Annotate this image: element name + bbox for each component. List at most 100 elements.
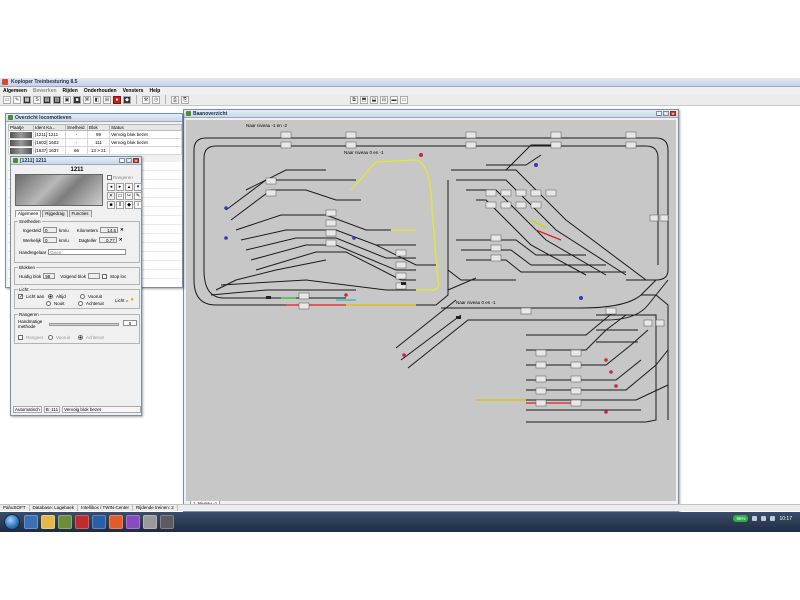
taskbar-explorer-icon[interactable] <box>41 515 55 529</box>
rail-overview-window: Baanoverzicht _ □ × Naar niveau -1 en -2… <box>183 109 679 512</box>
blocks-group: Blokken Huidig blok 99 Volgend blok Stop… <box>14 265 140 285</box>
taskbar-pdf-icon[interactable] <box>109 515 123 529</box>
loco-overview-titlebar[interactable]: Overzicht locomotieven <box>6 114 182 122</box>
menu-help[interactable]: Help <box>149 88 160 94</box>
cut-icon[interactable]: ✂ <box>125 192 133 201</box>
cross-icon[interactable]: ✕ <box>107 192 115 201</box>
taskbar-media-icon[interactable] <box>58 515 72 529</box>
minimize-icon[interactable]: _ <box>119 158 125 163</box>
altijd-radio[interactable] <box>48 294 53 299</box>
licht-aan-checkbox[interactable] <box>18 294 23 299</box>
menu-algemeen[interactable]: Algemeen <box>3 88 27 94</box>
menu-vensters[interactable]: Vensters <box>123 88 144 94</box>
clock[interactable]: 10:17 <box>779 516 792 522</box>
minimize-all-icon[interactable]: ▬ <box>390 96 398 104</box>
tile-horizontal-icon[interactable]: ⬒ <box>360 96 368 104</box>
column-header[interactable]: Snelheid <box>65 124 88 131</box>
table-row[interactable]: [1602] 1602 - 111 Vervolg blok bezet <box>8 138 182 147</box>
rangeer-checkbox[interactable] <box>18 335 23 340</box>
status-message: Vervolg blok bezet <box>62 406 141 413</box>
list-icon[interactable]: ▥ <box>53 95 61 104</box>
shunting-value-field[interactable]: 0 <box>123 320 137 326</box>
up-icon[interactable]: ▴ <box>125 183 133 192</box>
restore-all-icon[interactable]: ▭ <box>400 96 408 104</box>
loco-detail-titlebar[interactable]: [1211] 1211 _ □ × <box>11 157 141 165</box>
preview-icon[interactable]: ⎘ <box>181 95 189 104</box>
cascade-icon[interactable]: ⧉ <box>350 96 358 104</box>
route-icon[interactable]: ⌘ <box>83 95 91 104</box>
loco-icon[interactable]: ▣ <box>63 95 71 104</box>
taskbar-ie-icon[interactable] <box>24 515 38 529</box>
grid-icon[interactable]: ▤ <box>43 95 51 104</box>
folder-icon[interactable]: ▭ <box>116 192 124 201</box>
tab-rijgedrag[interactable]: Rijgedrag <box>42 210 68 217</box>
menu-bewerken[interactable]: Bewerken <box>33 88 57 94</box>
clock-icon[interactable]: ◷ <box>152 95 160 104</box>
shunting-group: Rangeren Handmatige methode 0 Rangeer Vo… <box>14 312 140 344</box>
vooruit-radio[interactable] <box>80 294 85 299</box>
table-row[interactable]: [1211] 1211 - 99 Vervolg blok bezet <box>8 130 182 139</box>
flag-icon[interactable] <box>770 516 776 521</box>
stop-icon[interactable]: ● <box>113 95 121 104</box>
rangeren-checkbox[interactable] <box>107 175 112 181</box>
track-plan[interactable] <box>186 120 676 501</box>
shunting-slider[interactable] <box>49 323 119 326</box>
battery-indicator[interactable]: 96% <box>733 515 749 522</box>
edit-icon[interactable]: ✎ <box>134 192 142 201</box>
block-icon[interactable]: ⊞ <box>103 95 111 104</box>
stop-icon[interactable]: ■ <box>107 201 115 210</box>
open-icon[interactable]: ▭ <box>3 95 11 104</box>
kilometers-field: 14.5 <box>100 227 119 233</box>
shunting-options-row: Rangeer Vooruit Achteruit <box>18 335 104 340</box>
edit-icon[interactable]: ✎ <box>13 95 21 104</box>
power-icon[interactable]: ◆ <box>123 95 131 104</box>
handregelaar-row: Handregelaar Geen <box>19 249 127 255</box>
shunt-achteruit-radio[interactable] <box>78 335 83 340</box>
panel-icon[interactable]: ■ <box>73 95 81 104</box>
layout-icon[interactable]: ▦ <box>23 95 31 104</box>
maximize-icon[interactable]: □ <box>663 111 669 116</box>
tab-functies[interactable]: Functies <box>68 210 92 217</box>
reset-km-icon[interactable]: ✕ <box>120 227 124 233</box>
taskbar-onenote-icon[interactable] <box>126 515 140 529</box>
ingesteld-label: Ingesteld <box>22 227 41 233</box>
licht-aan-label: Licht aan <box>26 294 45 299</box>
minimize-icon[interactable]: _ <box>656 111 662 116</box>
shunt-achteruit-label: Achteruit <box>86 335 104 340</box>
taskbar-window-icon[interactable] <box>160 515 174 529</box>
rail-layout-canvas[interactable]: Naar niveau -1 en -2 Naar niveau 0 en -1… <box>186 120 676 501</box>
info-icon[interactable]: i <box>134 201 142 210</box>
stop-loc-checkbox[interactable] <box>102 273 108 279</box>
tab-algemeen[interactable]: Algemeen <box>15 210 42 217</box>
volgend-label: Volgend blok <box>60 273 87 279</box>
close-icon[interactable]: × <box>670 111 676 116</box>
down-icon[interactable]: ▾ <box>134 183 142 192</box>
table-row[interactable]: [1637] 1637 66 13 > 21 <box>8 146 182 155</box>
network-icon[interactable] <box>752 516 758 521</box>
maximize-icon[interactable]: □ <box>126 158 132 163</box>
s-icon[interactable]: S <box>33 95 41 104</box>
menu-rijden[interactable]: Rijden <box>63 88 78 94</box>
schedule-icon[interactable]: ◧ <box>93 95 101 104</box>
close-icon[interactable]: × <box>133 158 139 163</box>
reset-day-icon[interactable]: ✕ <box>119 237 123 243</box>
achteruit-radio[interactable] <box>78 301 83 306</box>
handregelaar-select[interactable]: Geen <box>48 249 127 255</box>
taskbar-word-icon[interactable] <box>92 515 106 529</box>
arrow-right-icon[interactable]: ▸ <box>116 183 124 192</box>
diamond-icon[interactable]: ◆ <box>125 201 133 210</box>
arrange-icon[interactable]: ⊟ <box>380 96 388 104</box>
pause-icon[interactable]: ‖ <box>116 201 124 210</box>
start-button[interactable] <box>4 514 20 530</box>
volume-icon[interactable] <box>761 516 767 521</box>
rail-window-titlebar[interactable]: Baanoverzicht _ □ × <box>184 110 678 118</box>
taskbar-koploper-icon[interactable] <box>143 515 157 529</box>
tool-icon[interactable]: ⚒ <box>142 95 150 104</box>
menu-onderhouden[interactable]: Onderhouden <box>84 88 117 94</box>
nooit-radio[interactable] <box>46 301 51 306</box>
shunt-vooruit-radio[interactable] <box>48 335 53 340</box>
taskbar-app-icon[interactable] <box>75 515 89 529</box>
print-icon[interactable]: ⎙ <box>171 95 179 104</box>
tile-vertical-icon[interactable]: ⬓ <box>370 96 378 104</box>
arrow-left-icon[interactable]: ◂ <box>107 183 115 192</box>
